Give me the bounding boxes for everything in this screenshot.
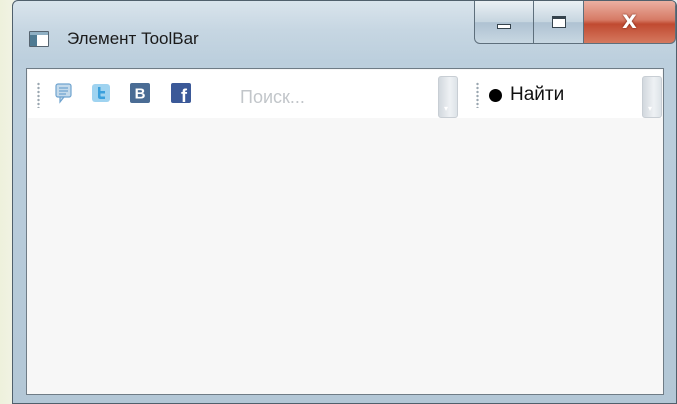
comment-button[interactable] xyxy=(53,81,75,105)
title-bar[interactable]: Элемент ToolBar X xyxy=(13,1,676,67)
toolbar-separator xyxy=(118,80,119,110)
caption-buttons: X xyxy=(474,1,676,44)
window-client-area: B f ▾ Найти ▾ xyxy=(26,68,664,395)
maximize-icon xyxy=(551,16,566,28)
overflow-arrow-icon: ▾ xyxy=(648,104,653,113)
toolbar-overflow-button[interactable]: ▾ xyxy=(438,76,458,118)
vk-icon: B xyxy=(130,83,150,103)
close-icon: X xyxy=(622,11,637,33)
close-button[interactable]: X xyxy=(584,1,676,44)
minimize-button[interactable] xyxy=(474,1,534,44)
facebook-button[interactable]: f xyxy=(170,81,192,105)
find-button-label: Найти xyxy=(510,84,565,105)
toolbar-overflow-button-2[interactable]: ▾ xyxy=(642,76,662,118)
maximize-button[interactable] xyxy=(534,1,584,44)
toolbar-separator xyxy=(159,80,160,110)
twitter-icon xyxy=(92,84,110,102)
toolbar-grip[interactable] xyxy=(37,82,40,108)
toolbar-grip[interactable] xyxy=(476,82,479,108)
search-input[interactable] xyxy=(234,79,436,115)
app-window-icon[interactable] xyxy=(29,31,49,47)
facebook-icon: f xyxy=(171,83,191,104)
toolbar: B f ▾ Найти ▾ xyxy=(28,70,662,118)
overflow-arrow-icon: ▾ xyxy=(444,104,449,113)
toolbar-separator xyxy=(80,80,81,110)
find-bullet-icon xyxy=(489,88,502,102)
twitter-button[interactable] xyxy=(90,81,112,105)
find-button[interactable]: Найти xyxy=(489,82,564,108)
svg-text:f: f xyxy=(181,86,188,104)
app-window: Элемент ToolBar X B f Поиск... ▾ Найти ▾ xyxy=(12,0,677,404)
vk-button[interactable]: B xyxy=(129,81,151,105)
svg-text:B: B xyxy=(135,86,146,103)
window-title: Элемент ToolBar xyxy=(67,29,199,48)
minimize-icon xyxy=(497,23,511,29)
comment-icon xyxy=(55,83,72,104)
